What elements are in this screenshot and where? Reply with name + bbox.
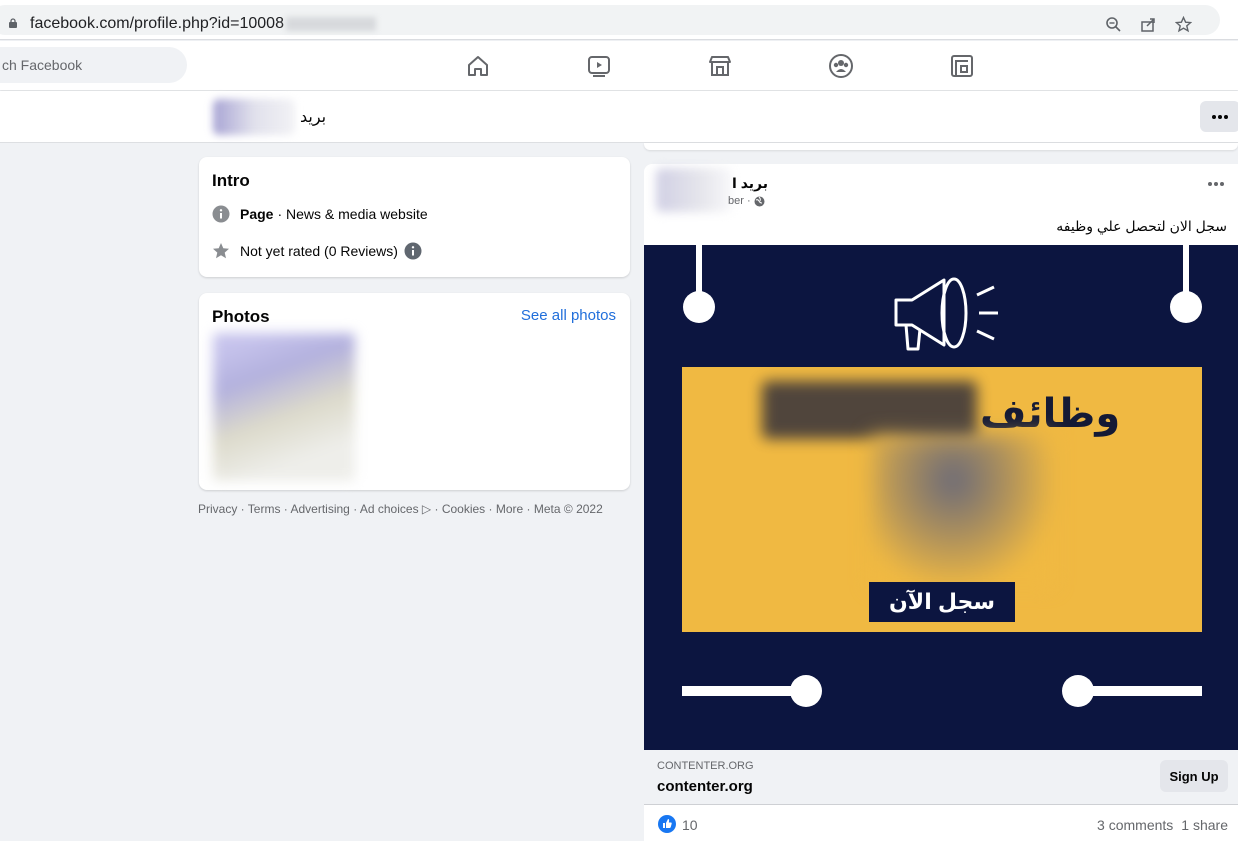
footer-more[interactable]: More: [496, 502, 523, 516]
zoom-icon[interactable]: [1105, 16, 1122, 33]
ad-choices-icon: ▷: [421, 502, 432, 516]
intro-card: Intro Page · News & media website Not ye…: [199, 157, 630, 277]
profile-avatar[interactable]: [213, 99, 295, 135]
footer-terms[interactable]: Terms: [248, 502, 281, 516]
footer-copyright: Meta © 2022: [533, 502, 603, 516]
link-preview-bar[interactable]: CONTENTER.ORG contenter.org Sign Up: [644, 750, 1238, 804]
profile-name[interactable]: بريد: [300, 107, 326, 127]
browser-toolbar: facebook.com/profile.php?id=10008: [0, 0, 1238, 40]
profile-more-button[interactable]: [1200, 101, 1238, 132]
sign-up-button[interactable]: Sign Up: [1160, 760, 1228, 792]
photo-thumbnail[interactable]: [213, 333, 355, 481]
intro-title: Intro: [212, 171, 250, 190]
address-bar[interactable]: facebook.com/profile.php?id=10008: [0, 5, 1220, 35]
ad-headline: وظائف: [980, 392, 1121, 436]
photos-title: Photos: [212, 307, 270, 326]
post-options-button[interactable]: [1208, 182, 1224, 186]
ad-redacted-graphic: [872, 435, 1052, 585]
watch-icon: [588, 56, 610, 77]
megaphone-icon: [894, 277, 998, 351]
share-icon[interactable]: [1140, 16, 1157, 33]
star-rating-icon: [213, 243, 229, 259]
rating-row: Not yet rated (0 Reviews): [212, 242, 422, 260]
info-icon: [212, 205, 230, 223]
post-author-avatar[interactable]: [656, 168, 732, 212]
profile-header: بريد: [0, 91, 1238, 143]
lock-icon[interactable]: [8, 18, 18, 28]
ad-image[interactable]: وظائف سجل الآن: [644, 245, 1238, 750]
home-nav-button[interactable]: [465, 53, 491, 79]
home-icon: [468, 56, 488, 76]
globe-icon: [754, 196, 765, 206]
post-meta: ber ·: [728, 195, 765, 207]
footer-advertising[interactable]: Advertising: [290, 502, 349, 516]
like-reaction-icon[interactable]: [658, 815, 676, 833]
previous-post-edge: [644, 143, 1238, 150]
ad-redacted-text: [762, 381, 977, 439]
groups-nav-button[interactable]: [828, 53, 854, 79]
marketplace-nav-button[interactable]: [707, 53, 733, 79]
watch-nav-button[interactable]: [586, 53, 612, 79]
gaming-nav-button[interactable]: [949, 53, 975, 79]
footer-ad-choices[interactable]: Ad choices: [360, 502, 419, 516]
shares-count[interactable]: 1 share: [1181, 817, 1228, 833]
category-label: Page: [240, 206, 274, 222]
rating-info-icon[interactable]: [404, 242, 422, 260]
see-all-photos-link[interactable]: See all photos: [521, 307, 616, 324]
more-dots-icon: [1212, 114, 1228, 119]
footer-links: Privacy · Terms · Advertising · Ad choic…: [198, 502, 603, 516]
star-icon[interactable]: [1175, 16, 1192, 33]
ad-register-label: سجل الآن: [869, 582, 1015, 622]
search-box[interactable]: [0, 47, 187, 83]
photos-card: Photos See all photos: [199, 293, 630, 490]
page-category-row: Page · News & media website: [212, 205, 428, 223]
footer-cookies[interactable]: Cookies: [442, 502, 485, 516]
category-value: · News & media website: [277, 206, 428, 222]
post-date[interactable]: ber ·: [728, 195, 751, 207]
footer-privacy[interactable]: Privacy: [198, 502, 237, 516]
link-domain[interactable]: contenter.org: [657, 778, 753, 795]
url-text[interactable]: facebook.com/profile.php?id=10008: [30, 15, 376, 33]
rating-text: Not yet rated (0 Reviews): [240, 243, 398, 259]
post-more-dots-icon: [1208, 182, 1224, 186]
marketplace-icon: [709, 56, 731, 76]
groups-icon: [829, 54, 853, 78]
reactions-bar: 10 3 comments 1 share: [644, 804, 1238, 841]
link-domain-caps: CONTENTER.ORG: [657, 760, 754, 772]
post-author-name[interactable]: بريد ا: [732, 175, 768, 192]
like-count[interactable]: 10: [682, 817, 698, 833]
gaming-icon: [951, 55, 973, 77]
search-input[interactable]: [0, 56, 180, 74]
post-text: سجل الان لتحصل علي وظيفه: [1056, 218, 1227, 234]
facebook-navbar: [0, 41, 1238, 90]
sponsored-post: بريد ا ber · سجل الان لتحصل علي وظيفه وظ…: [644, 164, 1238, 841]
comments-count[interactable]: 3 comments: [1097, 817, 1173, 833]
